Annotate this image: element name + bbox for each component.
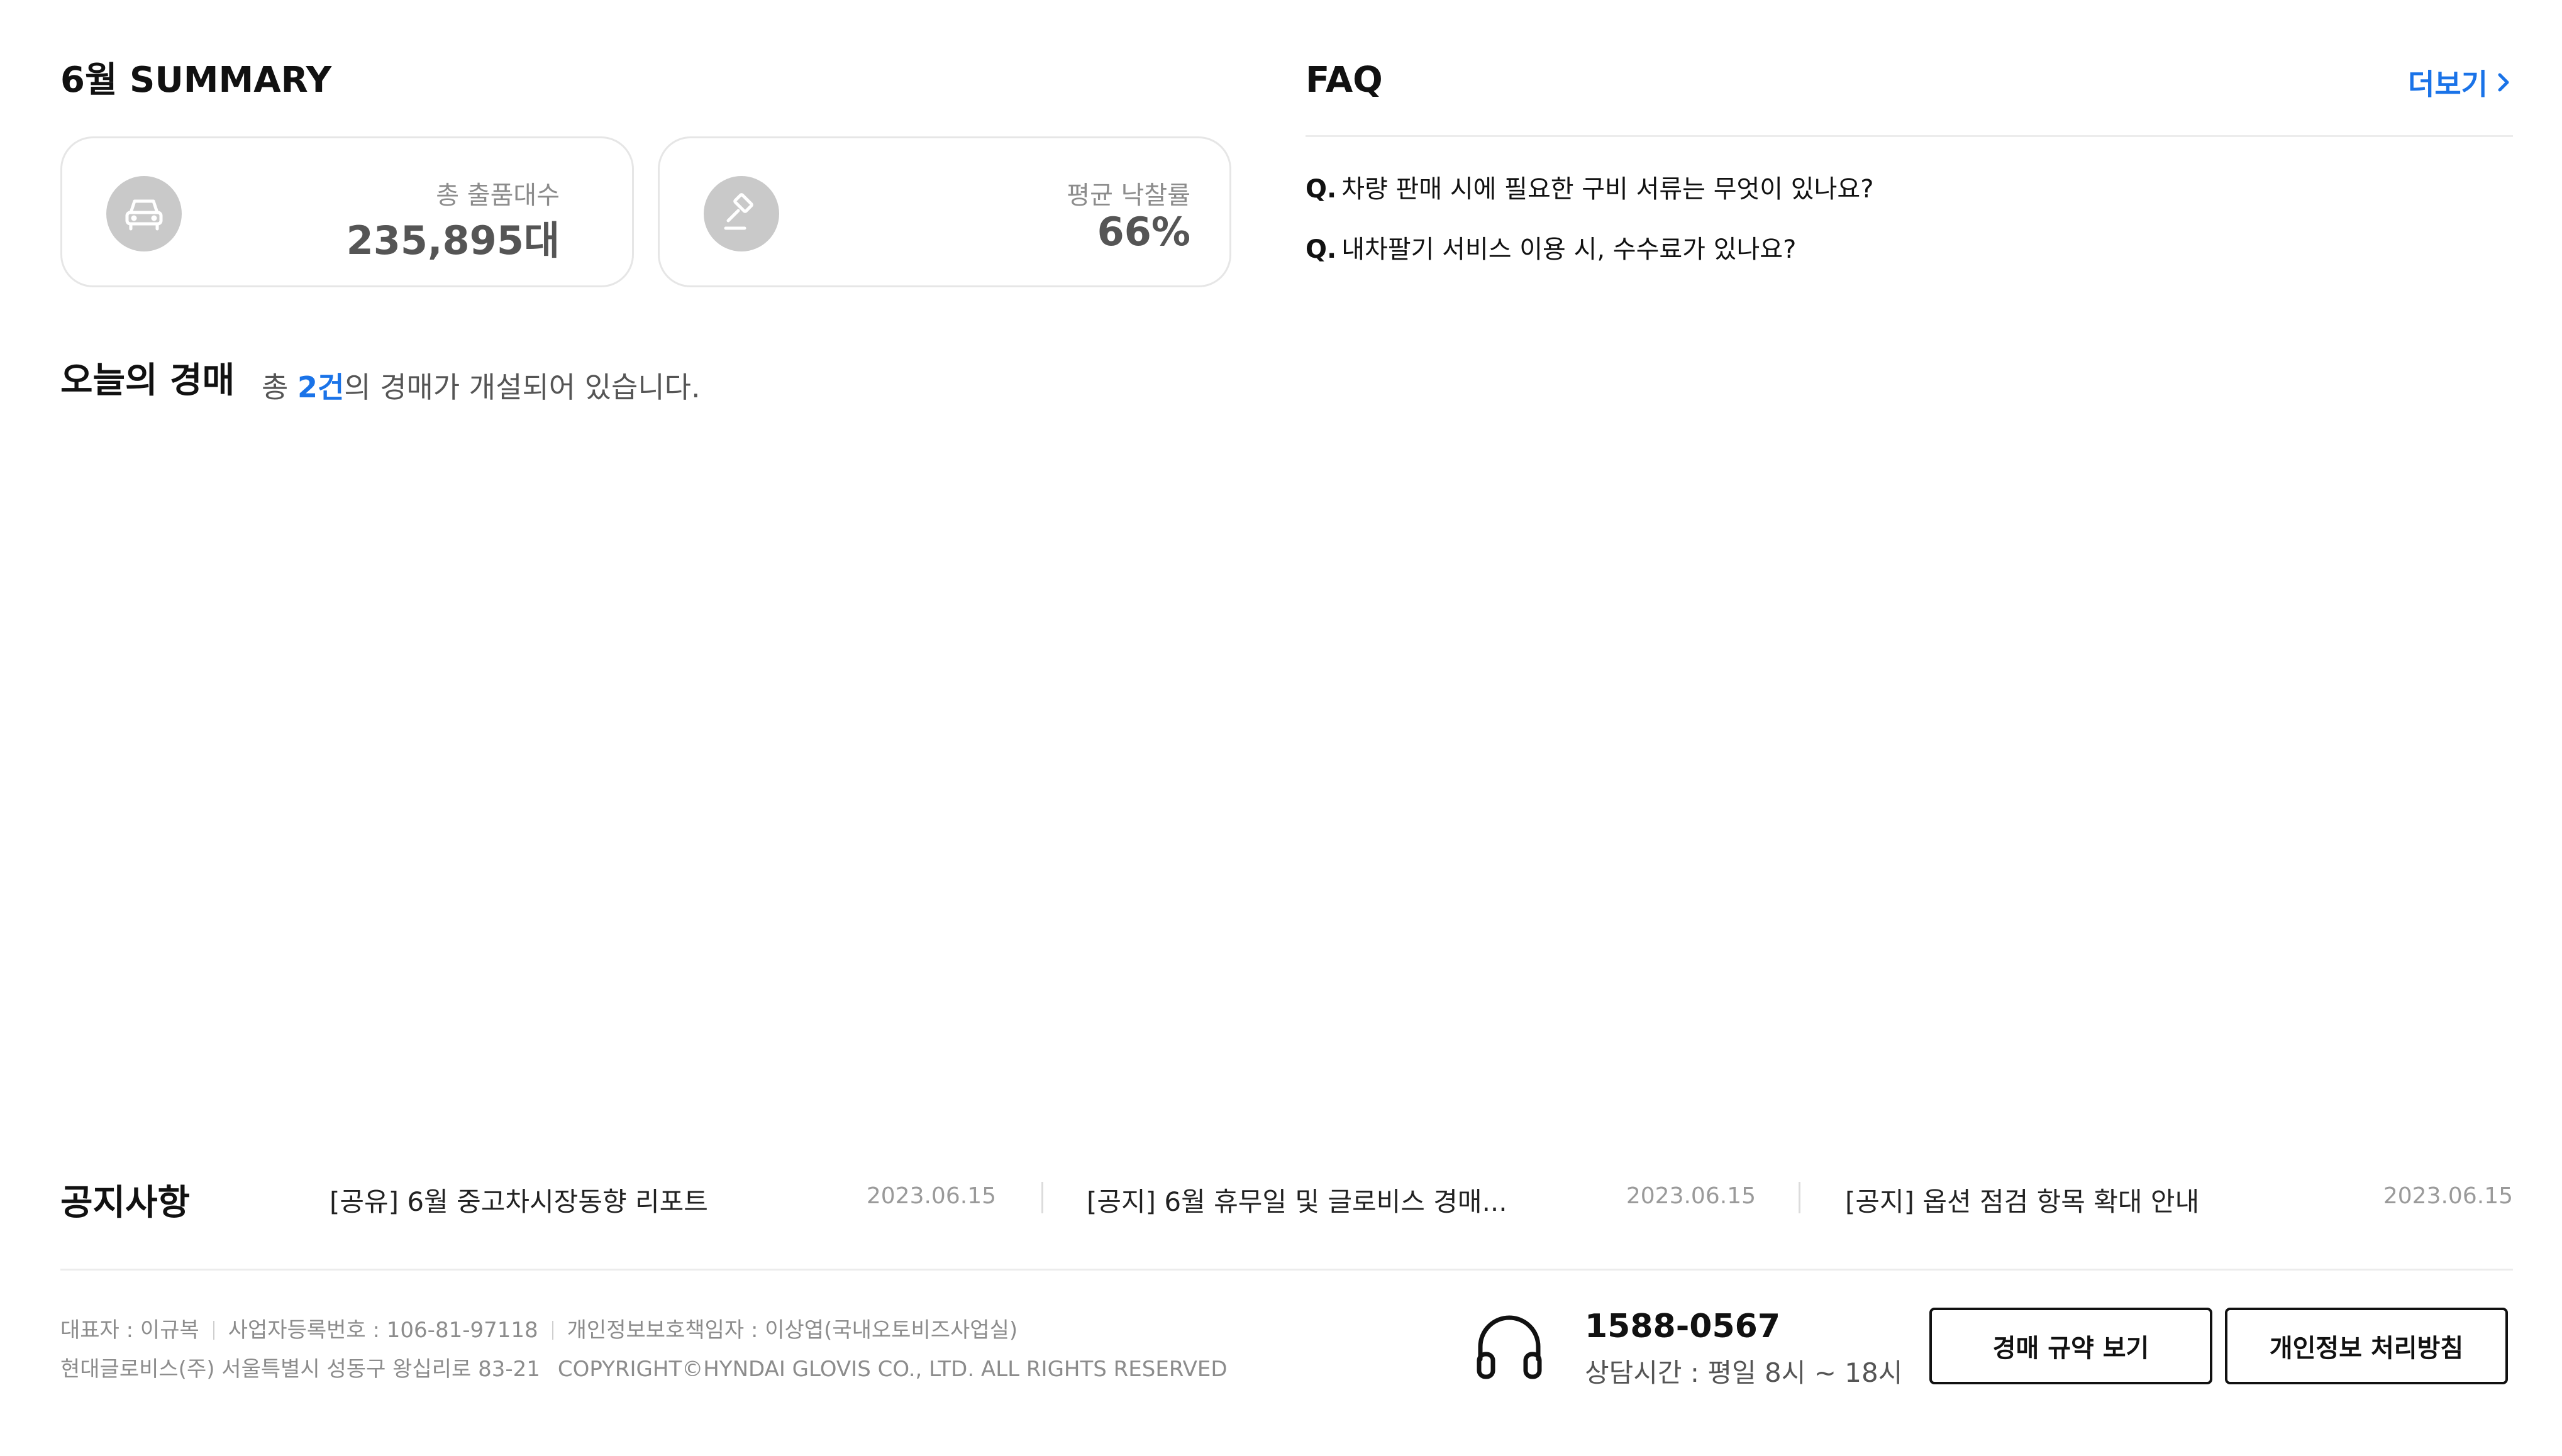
consulting-hours: 상담시간 : 평일 8시 ~ 18시	[1585, 1357, 1903, 1388]
notice-text: [공지] 옵션 점검 항목 확대 안내	[1845, 1186, 2200, 1217]
today-auction-count: 2건	[297, 370, 345, 404]
privacy-policy-button[interactable]: 개인정보 처리방침	[2225, 1308, 2508, 1384]
footer-ceo: 대표자 : 이규복	[60, 1318, 199, 1343]
more-label: 더보기	[2408, 67, 2488, 101]
notice-text: [공지] 6월 휴무일 및 글로비스 경매...	[1087, 1186, 1507, 1217]
gavel-icon	[704, 176, 779, 251]
notice-item[interactable]: [공지] 옵션 점검 항목 확대 안내 2023.06.15	[1845, 1181, 2513, 1218]
notice-item[interactable]: [공유] 6월 중고차시장동향 리포트 2023.06.15	[330, 1181, 996, 1218]
footer-address: 현대글로비스(주) 서울특별시 성동구 왕십리로 83-21	[60, 1357, 540, 1382]
footer-company-info: 대표자 : 이규복 사업자등록번호 : 106-81-97118 개인정보보호책임자…	[60, 1313, 1018, 1343]
headset-icon	[1472, 1309, 1547, 1387]
summary-value: 235,895대	[346, 218, 560, 263]
today-auction-suffix: 의 경매가 개설되어 있습니다.	[344, 370, 701, 404]
footer-address-line: 현대글로비스(주) 서울특별시 성동구 왕십리로 83-21 COPYRIGHT©…	[60, 1352, 1228, 1382]
footer-copyright: COPYRIGHT©HYNDAI GLOVIS CO., LTD. ALL RI…	[557, 1357, 1228, 1382]
footer-biz-no: 사업자등록번호 : 106-81-97118	[228, 1318, 538, 1343]
footer-privacy-officer: 개인정보보호책임자 : 이상엽(국내오토비즈사업실)	[567, 1318, 1018, 1343]
chevron-right-icon	[2498, 73, 2509, 92]
car-icon	[106, 176, 182, 251]
today-auction-title: 오늘의 경매	[60, 360, 235, 401]
summary-card-bid-rate: 평균 낙찰률 66%	[658, 136, 1231, 287]
faq-q-marker: Q.	[1306, 175, 1337, 204]
notice-divider	[1041, 1182, 1043, 1213]
footer-separator	[552, 1321, 553, 1340]
today-auction-prefix: 총	[262, 370, 297, 404]
summary-title: 6월 SUMMARY	[60, 60, 332, 101]
faq-question: 차량 판매 시에 필요한 구비 서류는 무엇이 있나요?	[1341, 175, 1874, 204]
faq-q-marker: Q.	[1306, 235, 1337, 264]
summary-value: 66%	[1097, 209, 1190, 255]
summary-label: 총 출품대수	[436, 181, 560, 210]
faq-item[interactable]: Q. 차량 판매 시에 필요한 구비 서류는 무엇이 있나요?	[1306, 168, 1873, 205]
summary-label: 평균 낙찰률	[1067, 181, 1190, 210]
notice-date: 2023.06.15	[1626, 1183, 1756, 1209]
notice-date: 2023.06.15	[866, 1183, 996, 1209]
footer-separator	[213, 1321, 214, 1340]
notice-text: [공유] 6월 중고차시장동향 리포트	[330, 1186, 708, 1217]
faq-more-link[interactable]: 더보기	[2408, 62, 2513, 103]
faq-question: 내차팔기 서비스 이용 시, 수수료가 있나요?	[1341, 235, 1797, 264]
faq-title: FAQ	[1306, 60, 1383, 101]
notice-divider	[1799, 1182, 1800, 1213]
notice-item[interactable]: [공지] 6월 휴무일 및 글로비스 경매... 2023.06.15	[1087, 1181, 1756, 1218]
footer-divider	[60, 1269, 2513, 1271]
notice-title: 공지사항	[60, 1183, 191, 1223]
notice-date: 2023.06.15	[2383, 1183, 2513, 1209]
customer-phone: 1588-0567	[1585, 1308, 1781, 1345]
today-auction-summary: 총 2건의 경매가 개설되어 있습니다.	[262, 365, 701, 406]
faq-item[interactable]: Q. 내차팔기 서비스 이용 시, 수수료가 있나요?	[1306, 229, 1796, 265]
summary-card-listings: 총 출품대수 235,895대	[60, 136, 634, 287]
auction-rules-button[interactable]: 경매 규약 보기	[1929, 1308, 2212, 1384]
faq-divider	[1306, 135, 2513, 137]
